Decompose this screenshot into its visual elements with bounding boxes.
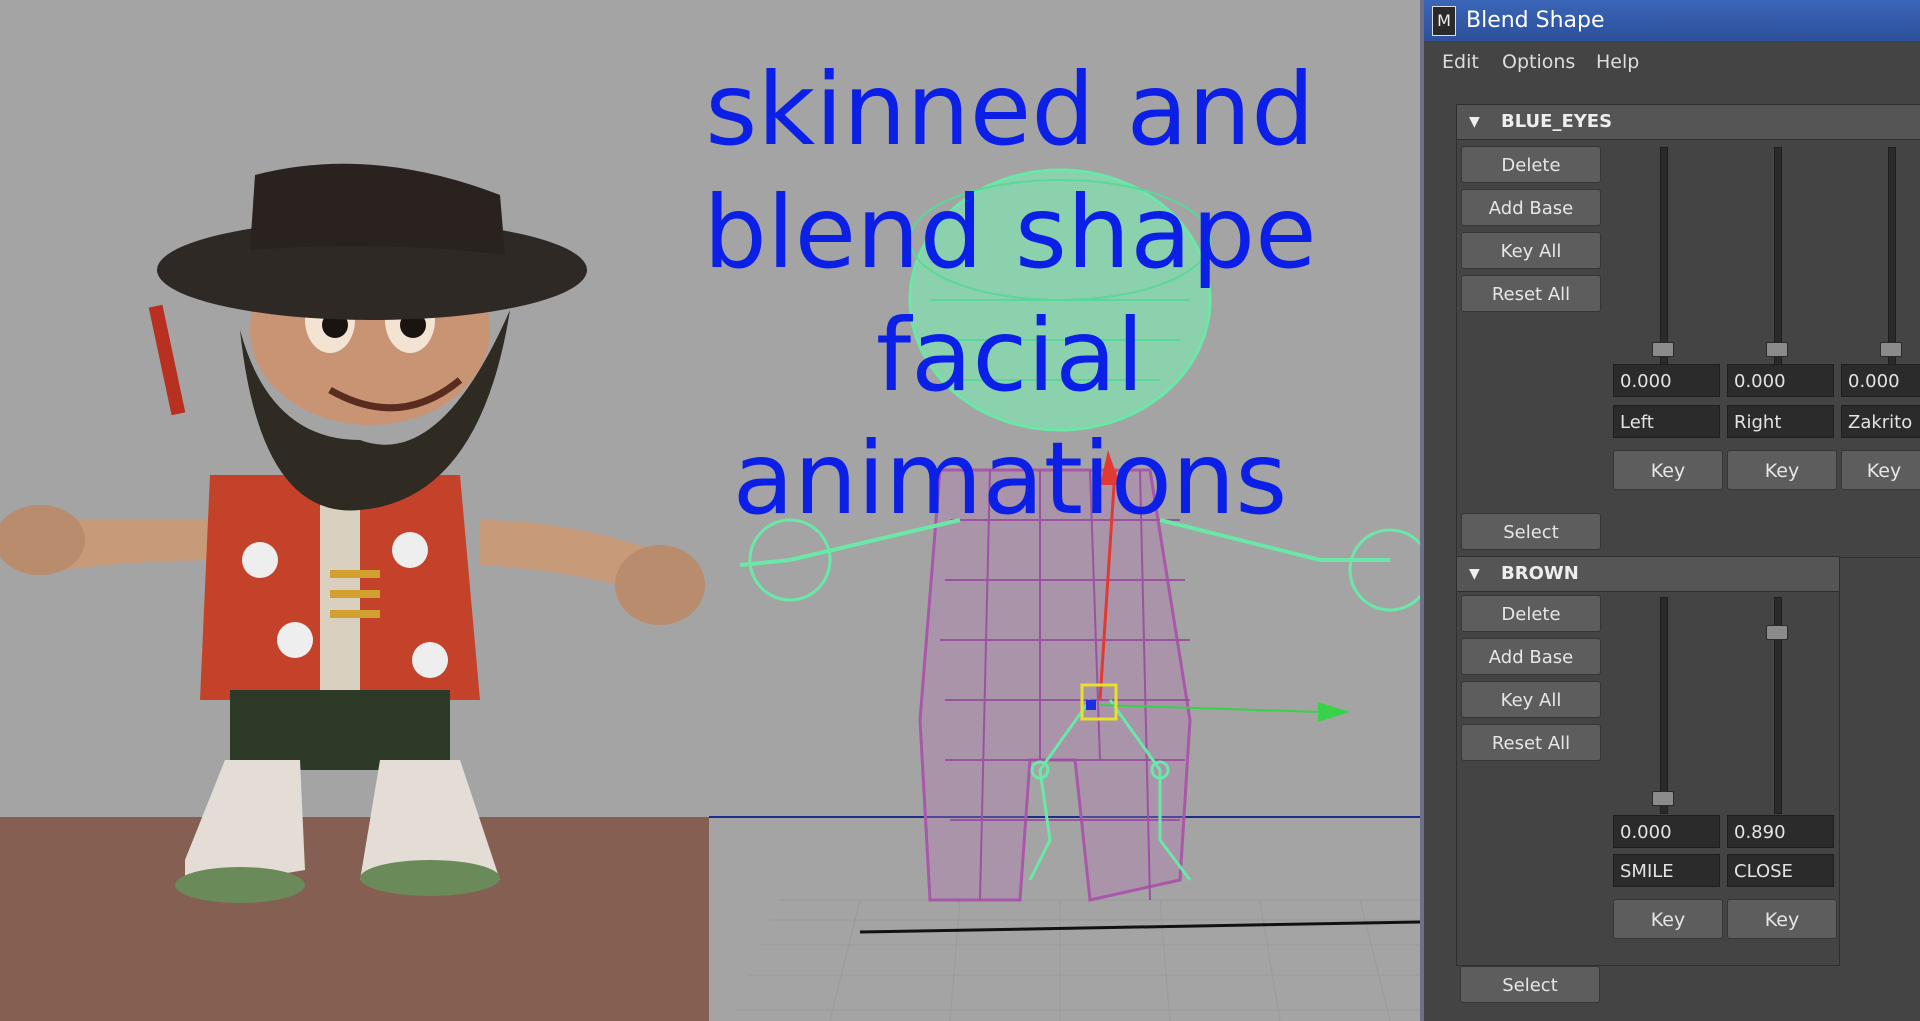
3d-viewport[interactable]: skinned and blend shape facial animation… <box>0 0 1420 1021</box>
collapse-triangle-icon[interactable]: ▼ <box>1469 557 1480 591</box>
slider-thumb[interactable] <box>1766 625 1788 641</box>
target-name-smile[interactable]: SMILE <box>1613 854 1720 887</box>
weight-slider-right[interactable] <box>1774 147 1782 366</box>
slider-thumb[interactable] <box>1652 791 1674 806</box>
caption-text: skinned and blend shape facial animation… <box>703 51 1317 537</box>
reset-all-button[interactable]: Reset All <box>1461 724 1601 761</box>
window-title: Blend Shape <box>1466 8 1605 33</box>
target-name-zakrito[interactable]: Zakrito <box>1841 405 1920 438</box>
delete-button[interactable]: Delete <box>1461 595 1601 632</box>
key-button-left[interactable]: Key <box>1613 450 1723 490</box>
slider-thumb[interactable] <box>1652 342 1674 357</box>
target-name-left[interactable]: Left <box>1613 405 1720 438</box>
section-blue-eyes: ▼ BLUE_EYES Delete Add Base Key All Rese… <box>1456 104 1920 558</box>
menu-options[interactable]: Options <box>1502 51 1575 73</box>
add-base-button[interactable]: Add Base <box>1461 189 1601 226</box>
section-header[interactable]: ▼ BLUE_EYES <box>1457 105 1920 140</box>
weight-field-zakrito[interactable]: 0.000 <box>1841 364 1920 397</box>
add-base-button[interactable]: Add Base <box>1461 638 1601 675</box>
key-button-right[interactable]: Key <box>1727 450 1837 490</box>
weight-slider-smile[interactable] <box>1660 597 1668 814</box>
maya-icon: M <box>1432 6 1456 36</box>
weight-field-close[interactable]: 0.890 <box>1727 815 1834 848</box>
title-bar[interactable]: M Blend Shape <box>1424 0 1920 41</box>
section-brown: ▼ BROWN Delete Add Base Key All Reset Al… <box>1456 556 1840 966</box>
weight-field-right[interactable]: 0.000 <box>1727 364 1834 397</box>
delete-button[interactable]: Delete <box>1461 146 1601 183</box>
ground-grid <box>735 899 1420 1021</box>
slider-thumb[interactable] <box>1880 342 1902 357</box>
weight-field-smile[interactable]: 0.000 <box>1613 815 1720 848</box>
section-header[interactable]: ▼ BROWN <box>1457 557 1839 592</box>
collapse-triangle-icon[interactable]: ▼ <box>1469 105 1480 139</box>
target-name-right[interactable]: Right <box>1727 405 1834 438</box>
weight-slider-left[interactable] <box>1660 147 1668 366</box>
key-all-button[interactable]: Key All <box>1461 232 1601 269</box>
select-button[interactable]: Select <box>1461 513 1601 550</box>
weight-slider-zakrito[interactable] <box>1888 147 1896 366</box>
grid-axis <box>859 920 1420 934</box>
target-name-close[interactable]: CLOSE <box>1727 854 1834 887</box>
section-name: BROWN <box>1501 563 1579 584</box>
key-all-button[interactable]: Key All <box>1461 681 1601 718</box>
key-button-close[interactable]: Key <box>1727 899 1837 939</box>
blend-shape-window: M Blend Shape Edit Options Help ▼ BLUE_E… <box>1420 0 1920 1021</box>
reset-all-button[interactable]: Reset All <box>1461 275 1601 312</box>
menu-bar: Edit Options Help <box>1424 41 1920 85</box>
menu-edit[interactable]: Edit <box>1442 51 1479 73</box>
slider-thumb[interactable] <box>1766 342 1788 357</box>
section-name: BLUE_EYES <box>1501 111 1613 132</box>
key-button-smile[interactable]: Key <box>1613 899 1723 939</box>
key-button-zakrito[interactable]: Key <box>1841 450 1920 490</box>
select-button[interactable]: Select <box>1460 966 1600 1003</box>
menu-help[interactable]: Help <box>1596 51 1639 73</box>
weight-field-left[interactable]: 0.000 <box>1613 364 1720 397</box>
